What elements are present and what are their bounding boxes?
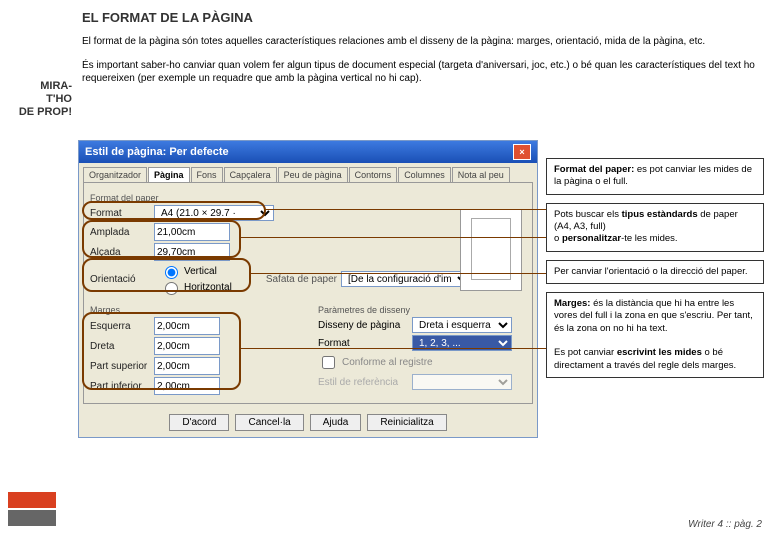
tab-peu[interactable]: Peu de pàgina <box>278 167 348 182</box>
tab-fons[interactable]: Fons <box>191 167 223 182</box>
dreta-label: Dreta <box>90 341 150 352</box>
inferior-label: Part inferior <box>90 381 150 392</box>
section-marges: Marges <box>90 305 298 315</box>
ok-button[interactable]: D'acord <box>169 414 229 431</box>
tab-contorns[interactable]: Contorns <box>349 167 398 182</box>
amplada-input[interactable] <box>154 223 230 241</box>
safata-select[interactable]: [De la configuració d'impresso <box>341 271 471 287</box>
page-number: Writer 4 :: pàg. 2 <box>688 519 762 530</box>
intro-1: El format de la pàgina són totes aquelle… <box>82 35 760 49</box>
logo-diputacio <box>8 492 56 508</box>
cancel-button[interactable]: Cancel·la <box>235 414 303 431</box>
dialog-title: Estil de pàgina: Per defecte <box>85 146 229 158</box>
alcada-input[interactable] <box>154 243 230 261</box>
superior-input[interactable] <box>154 357 220 375</box>
section-param: Paràmetres de disseny <box>318 305 526 315</box>
conforme-checkbox[interactable] <box>322 356 335 369</box>
format-label: Format <box>90 208 150 219</box>
inferior-input[interactable] <box>154 377 220 395</box>
callout-marges: Marges: és la distància que hi ha entre … <box>546 292 764 378</box>
tab-strip: Organitzador Pàgina Fons Capçalera Peu d… <box>79 163 537 182</box>
orient-label: Orientació <box>90 274 150 285</box>
tab-organitzador[interactable]: Organitzador <box>83 167 147 182</box>
alcada-label: Alçada <box>90 247 150 258</box>
esquerra-input[interactable] <box>154 317 220 335</box>
close-icon[interactable]: × <box>513 144 531 160</box>
reset-button[interactable]: Reinicialitza <box>367 414 446 431</box>
logo-ajuntament <box>8 510 56 526</box>
sidebar-label: MIRA- T'HO DE PROP! <box>0 0 76 540</box>
page-preview <box>460 209 522 291</box>
page-style-dialog: Estil de pàgina: Per defecte × Organitza… <box>78 140 538 438</box>
amplada-label: Amplada <box>90 227 150 238</box>
format-select[interactable]: A4 (21.0 × 29.7 · <box>154 205 274 221</box>
help-button[interactable]: Ajuda <box>310 414 362 431</box>
section-format-paper: Format del paper <box>90 193 526 203</box>
tab-nota[interactable]: Nota al peu <box>452 167 510 182</box>
dreta-input[interactable] <box>154 337 220 355</box>
callout-orient: Per canviar l'orientació o la direcció d… <box>546 260 764 284</box>
fmt-label: Format <box>318 338 408 349</box>
disseny-select[interactable]: Dreta i esquerra <box>412 317 512 333</box>
fmt-select[interactable]: 1, 2, 3, ... <box>412 335 512 351</box>
radio-horitzontal[interactable]: Horitzontal <box>160 279 232 295</box>
esquerra-label: Esquerra <box>90 321 150 332</box>
tab-columnes[interactable]: Columnes <box>398 167 451 182</box>
intro-2: És important saber-ho canviar quan volem… <box>82 59 760 86</box>
radio-vertical[interactable]: Vertical <box>160 263 232 279</box>
safata-label: Safata de paper <box>266 274 337 285</box>
disseny-label: Disseny de pàgina <box>318 320 408 331</box>
ref-select <box>412 374 512 390</box>
tab-capcalera[interactable]: Capçalera <box>224 167 277 182</box>
superior-label: Part superior <box>90 361 150 372</box>
callout-tipus: Pots buscar els tipus estàndards de pape… <box>546 203 764 252</box>
callout-format: Format del paper: es pot canviar les mid… <box>546 158 764 195</box>
dialog-titlebar: Estil de pàgina: Per defecte × <box>79 141 537 163</box>
page-title: EL FORMAT DE LA PÀGINA <box>82 10 760 25</box>
footer-logos <box>8 492 68 532</box>
tab-pagina[interactable]: Pàgina <box>148 167 190 182</box>
